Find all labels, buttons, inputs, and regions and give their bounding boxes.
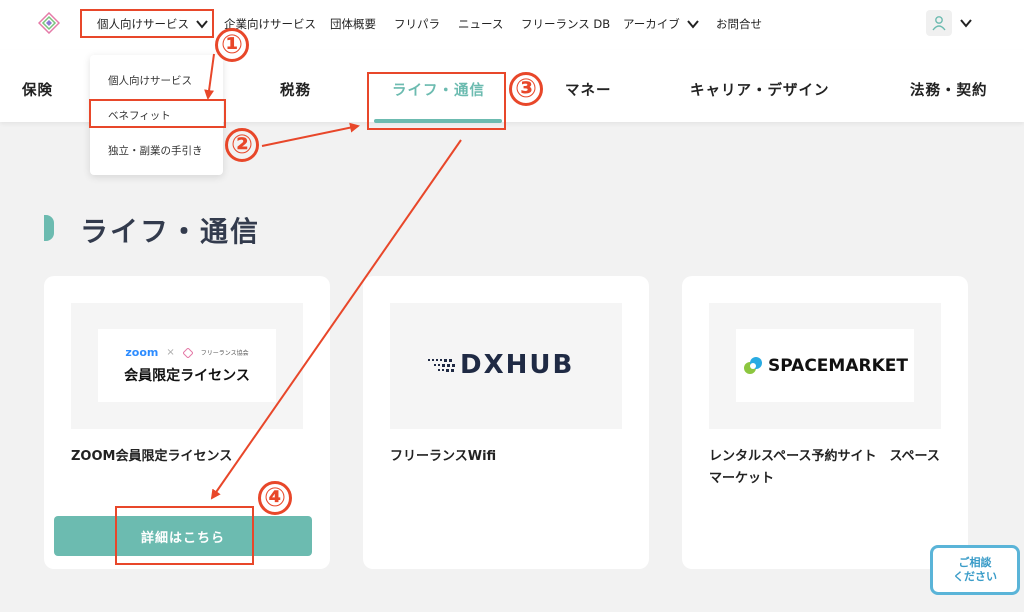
annotation-arrows	[204, 53, 462, 500]
arrow-3-to-4	[210, 139, 462, 500]
arrow-1-to-2	[204, 53, 215, 100]
arrow-2-to-3	[261, 122, 360, 147]
